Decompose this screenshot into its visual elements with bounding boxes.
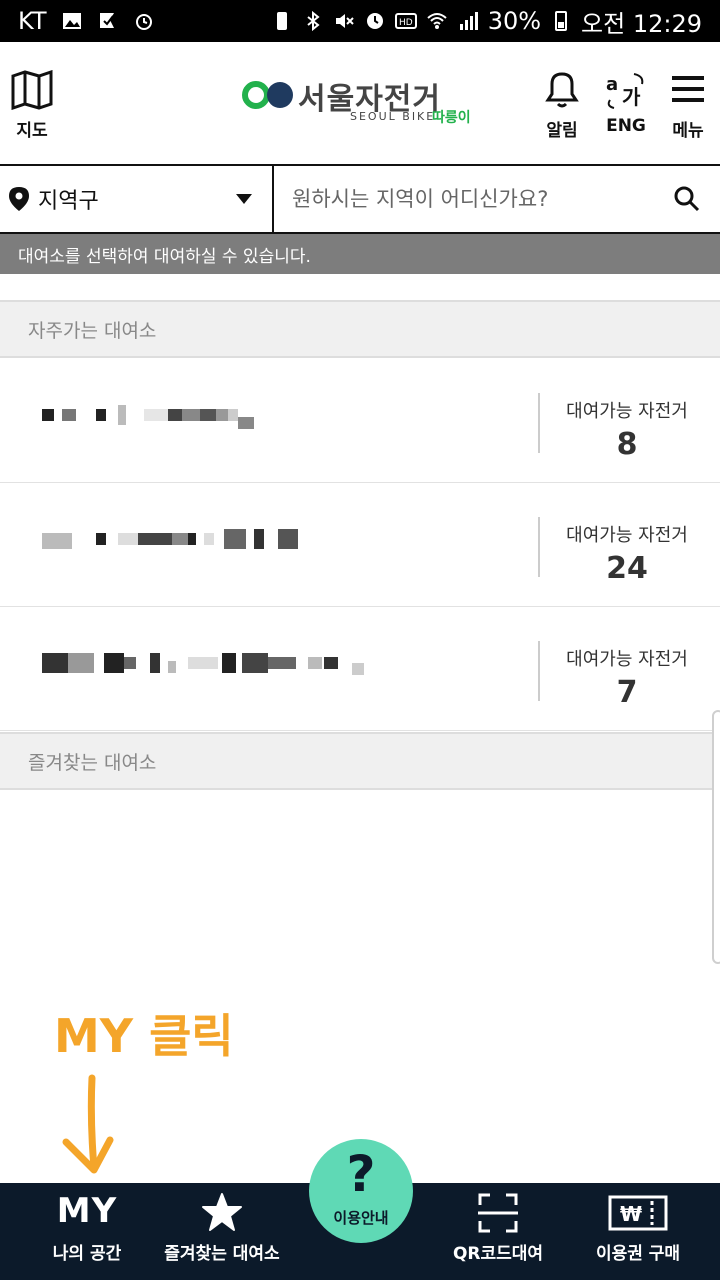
svg-text:a: a (606, 74, 618, 95)
location-pin-icon (9, 187, 29, 211)
alarm-label: 알림 (546, 121, 578, 141)
map-button[interactable]: 지도 (10, 70, 54, 141)
region-search-input[interactable] (292, 187, 652, 211)
available-bikes: 대여가능 자전거 24 (552, 521, 702, 586)
available-count: 7 (616, 675, 638, 710)
available-count: 24 (606, 551, 648, 586)
wifi-icon (427, 13, 447, 29)
my-icon: MY (56, 1191, 118, 1231)
logo-subtitle-korean: 따릉이 (432, 110, 471, 126)
row-divider (538, 641, 540, 701)
language-switch-icon: a가 (606, 73, 644, 109)
mute-icon (335, 14, 354, 28)
app-screen: KT HD 30% 오전 12:29 지도 서울자전거 SEOUL BIKE 따… (0, 0, 720, 1280)
question-icon: ? (346, 1145, 376, 1203)
language-button[interactable]: a가 ENG (604, 70, 648, 136)
bell-icon (545, 72, 579, 108)
star-icon (202, 1193, 242, 1231)
hamburger-icon (672, 76, 704, 102)
svg-text:HD: HD (399, 18, 413, 28)
notice-bar: 대여소를 선택하여 대여하실 수 있습니다. (0, 234, 720, 274)
frequent-stations-header: 자주가는 대여소 (0, 300, 720, 358)
ticket-won-icon: ₩ (608, 1195, 668, 1231)
nav-my-label: 나의 공간 (52, 1244, 122, 1264)
annotation-text: MY 클릭 (54, 1009, 234, 1063)
check-flag-icon (99, 13, 114, 28)
row-divider (538, 393, 540, 453)
nav-ticket-label: 이용권 구매 (595, 1244, 681, 1264)
svg-text:₩: ₩ (620, 1202, 642, 1226)
gallery-icon (62, 13, 81, 29)
station-row[interactable]: 대여가능 자전거 7 (0, 607, 720, 731)
station-name-redacted (42, 529, 402, 559)
map-icon (11, 70, 53, 110)
station-row[interactable]: 대여가능 자전거 24 (0, 483, 720, 607)
available-bikes: 대여가능 자전거 8 (552, 397, 702, 462)
nav-my-space[interactable]: MY 나의 공간 (32, 1183, 142, 1280)
nav-favorites-label: 즐겨찾는 대여소 (164, 1244, 280, 1264)
carrier-label: KT (18, 7, 47, 35)
menu-button[interactable]: 메뉴 (668, 70, 708, 141)
alarm-button[interactable]: 알림 (540, 70, 584, 141)
available-count: 8 (616, 427, 638, 462)
menu-label: 메뉴 (672, 121, 704, 141)
logo-circles-icon (242, 81, 293, 109)
battery-saver-icon (276, 12, 287, 30)
nav-usage-guide[interactable]: ? 이용안내 (309, 1139, 413, 1243)
district-label: 지역구 (38, 189, 99, 214)
district-selector[interactable]: 지역구 (0, 166, 274, 232)
available-label: 대여가능 자전거 (566, 649, 688, 670)
qr-scan-icon (478, 1193, 518, 1233)
alarm-icon (366, 13, 383, 29)
nav-ticket-purchase[interactable]: ₩ 이용권 구매 (578, 1183, 698, 1280)
svg-text:가: 가 (622, 85, 641, 109)
seoul-bike-logo: 서울자전거 SEOUL BIKE 따릉이 (242, 74, 482, 130)
arrow-down-icon (62, 1074, 114, 1174)
available-bikes: 대여가능 자전거 7 (552, 645, 702, 710)
nav-guide-label: 이용안내 (333, 1209, 389, 1227)
available-label: 대여가능 자전거 (566, 401, 688, 422)
station-name-redacted (42, 405, 402, 435)
scroll-indicator[interactable] (712, 710, 720, 964)
logo-subtitle: SEOUL BIKE (350, 110, 436, 123)
battery-percent: 30% (487, 7, 542, 35)
bluetooth-icon (307, 10, 320, 32)
instruction-annotation: MY 클릭 (54, 1000, 254, 1180)
language-label: ENG (606, 116, 646, 136)
alarm-clock-icon (135, 14, 152, 30)
battery-icon (555, 11, 568, 31)
dropdown-caret-icon (236, 194, 252, 204)
status-bar: KT HD 30% 오전 12:29 (0, 0, 720, 42)
nav-qr-label: QR코드대여 (452, 1244, 544, 1264)
map-label: 지도 (16, 121, 48, 141)
clock: 오전 12:29 (581, 9, 702, 38)
station-name-redacted (42, 653, 402, 683)
search-row: 지역구 (0, 166, 720, 234)
favorite-stations-header: 즐겨찾는 대여소 (0, 732, 720, 790)
hd-icon: HD (394, 13, 417, 29)
nav-qr-rental[interactable]: QR코드대여 (446, 1183, 550, 1280)
search-icon[interactable] (674, 186, 700, 212)
signal-icon (459, 12, 478, 30)
app-header: 지도 서울자전거 SEOUL BIKE 따릉이 알림 a가 ENG 메뉴 (0, 42, 720, 166)
available-label: 대여가능 자전거 (566, 525, 688, 546)
station-row[interactable]: 대여가능 자전거 8 (0, 359, 720, 483)
search-box (274, 166, 720, 232)
nav-favorites[interactable]: 즐겨찾는 대여소 (156, 1183, 288, 1280)
row-divider (538, 517, 540, 577)
